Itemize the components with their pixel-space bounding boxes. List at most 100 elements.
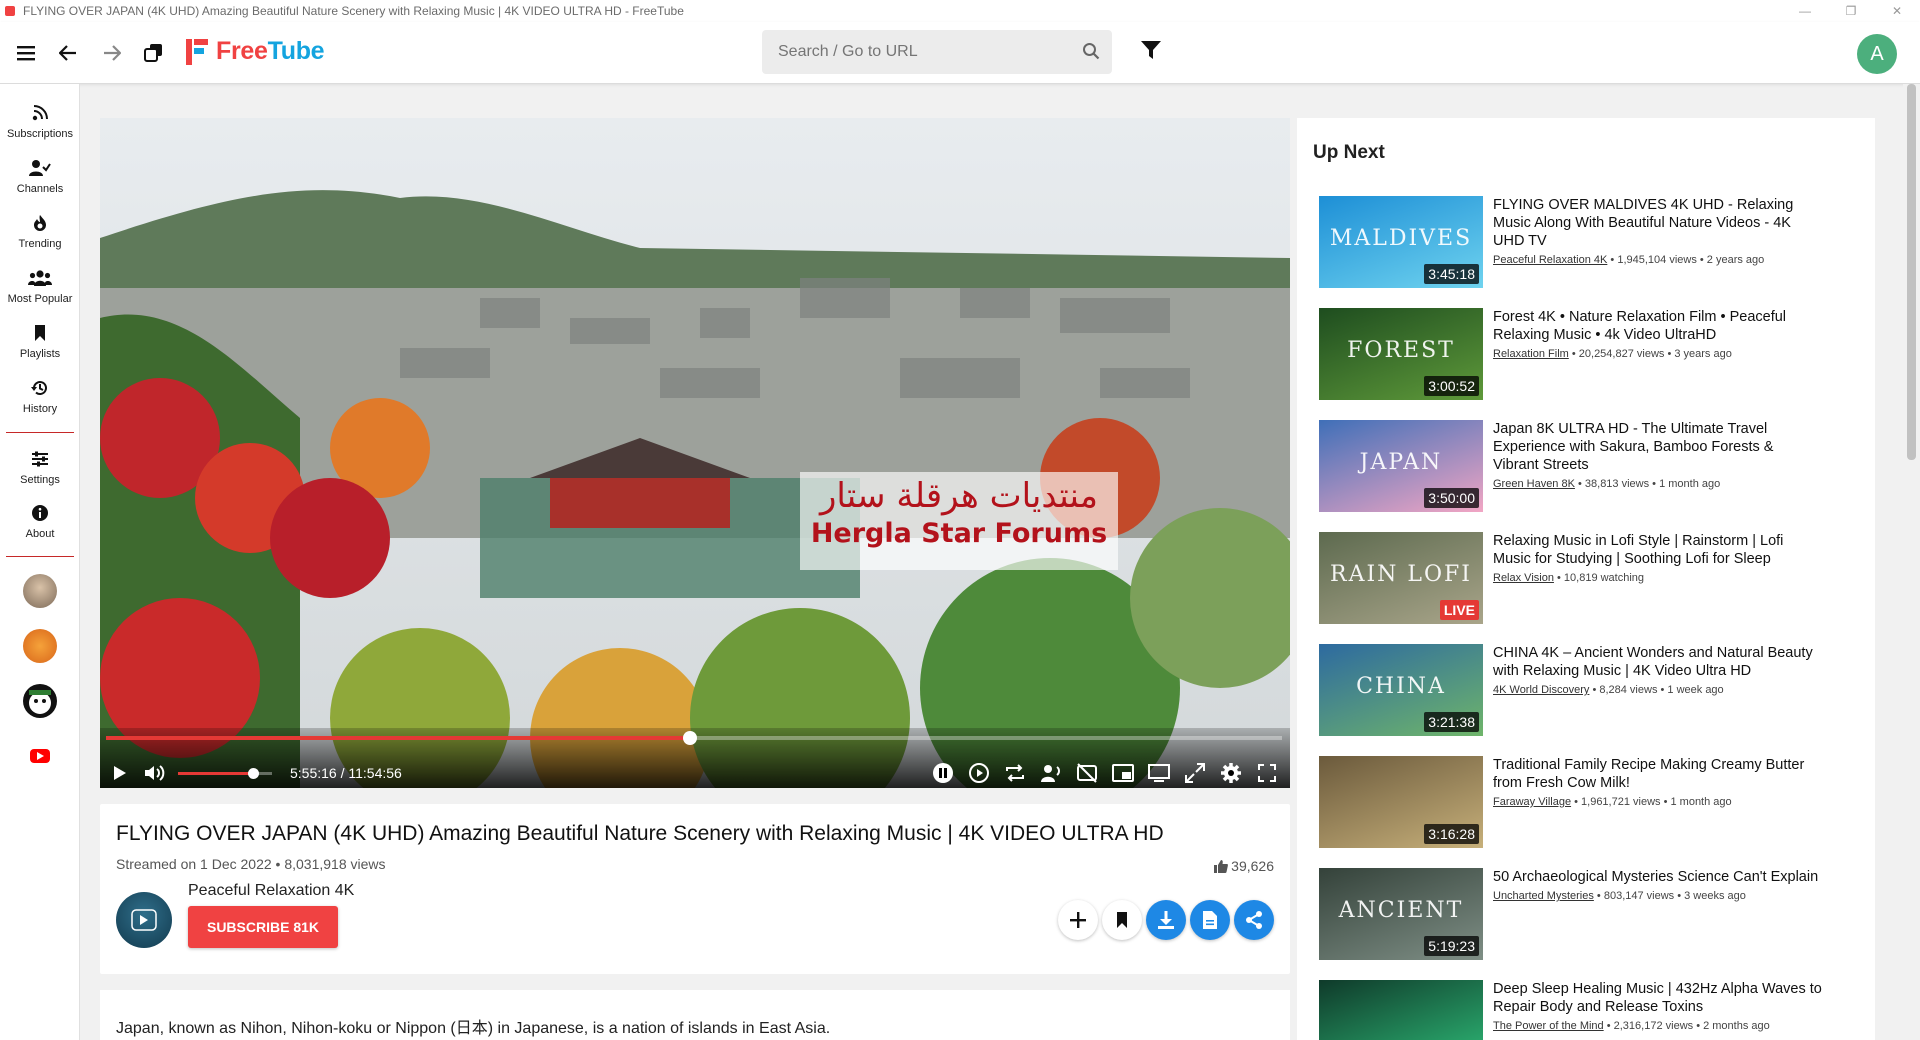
duration-badge: LIVE [1439, 600, 1479, 620]
search-icon[interactable] [1082, 42, 1100, 65]
pause-circle-icon[interactable] [930, 762, 956, 784]
sidebar-item-about[interactable]: About [0, 498, 80, 552]
side-nav: Subscriptions Channels Trending Most Pop… [0, 84, 80, 1040]
recommended-channel-link[interactable]: The Power of the Mind [1493, 1020, 1604, 1032]
recommended-video-title[interactable]: Japan 8K ULTRA HD - The Ultimate Travel … [1493, 420, 1823, 474]
video-thumbnail[interactable] [1319, 980, 1483, 1040]
expand-icon[interactable] [1182, 762, 1208, 784]
youtube-channel-avatar[interactable] [23, 739, 57, 773]
back-arrow-icon[interactable] [50, 22, 86, 84]
sidebar-item-subscriptions[interactable]: Subscriptions [0, 98, 80, 152]
recommended-video[interactable]: RAIN LOFI LIVE Relaxing Music in Lofi Styl… [1319, 532, 1869, 624]
sidebar-item-label: About [25, 528, 55, 540]
volume-slider[interactable] [178, 768, 272, 779]
close-icon[interactable]: ✕ [1874, 0, 1920, 22]
scrollbar-thumb[interactable] [1907, 84, 1916, 460]
player-controls: 5:55:16 / 11:54:56 [100, 728, 1290, 788]
seek-bar[interactable] [106, 731, 1282, 745]
recommended-video-meta: Green Haven 8K • 38,813 views • 1 month … [1493, 478, 1720, 490]
sliders-icon [31, 448, 49, 470]
recommended-channel-link[interactable]: Relaxation Film [1493, 348, 1569, 360]
share-button[interactable] [1234, 900, 1274, 940]
new-window-icon[interactable] [136, 22, 172, 84]
recommended-video[interactable]: CHINA 3:21:38 CHINA 4K – Ancient Wonders a… [1319, 644, 1869, 736]
subscription-avatar[interactable] [23, 574, 57, 608]
sidebar-divider [6, 432, 74, 433]
sidebar-item-trending[interactable]: Trending [0, 208, 80, 262]
recommended-channel-link[interactable]: Green Haven 8K [1493, 478, 1575, 490]
subscribe-button[interactable]: SUBSCRIBE 81K [188, 906, 338, 948]
recommended-video[interactable]: FOREST 3:00:52 Forest 4K • Nature Relaxati… [1319, 308, 1869, 400]
sidebar-item-most-popular[interactable]: Most Popular [0, 263, 80, 317]
download-button[interactable] [1146, 900, 1186, 940]
sidebar-item-settings[interactable]: Settings [0, 444, 80, 498]
playback-rate-icon[interactable] [966, 762, 992, 784]
recommended-video-title[interactable]: Forest 4K • Nature Relaxation Film • Pea… [1493, 308, 1823, 344]
freetube-logo[interactable]: FreeTube [186, 37, 325, 66]
video-thumbnail[interactable]: RAIN LOFI LIVE [1319, 532, 1483, 624]
recommended-video-title[interactable]: FLYING OVER MALDIVES 4K UHD - Relaxing M… [1493, 196, 1823, 250]
recommended-channel-link[interactable]: 4K World Discovery [1493, 684, 1589, 696]
volume-handle[interactable] [248, 768, 260, 779]
sidebar-item-playlists[interactable]: Playlists [0, 318, 80, 372]
recommended-video[interactable]: MALDIVES 3:45:18 FLYING OVER MALDIVES 4K U… [1319, 196, 1869, 288]
recommended-channel-link[interactable]: Uncharted Mysteries [1493, 890, 1594, 902]
recommended-video[interactable]: 3:16:28 Traditional Family Recipe Making … [1319, 756, 1869, 848]
sidebar-item-label: Trending [18, 238, 62, 250]
recommended-video-title[interactable]: Deep Sleep Healing Music | 432Hz Alpha W… [1493, 980, 1823, 1016]
recommended-video-title[interactable]: Relaxing Music in Lofi Style | Rainstorm… [1493, 532, 1823, 568]
sidebar-item-history[interactable]: History [0, 373, 80, 427]
scrollbar[interactable] [1903, 84, 1920, 1040]
watermark-english-text: Hergla Star Forums [810, 518, 1108, 549]
sidebar-item-label: Settings [20, 474, 60, 486]
recommended-video-title[interactable]: 50 Archaeological Mysteries Science Can'… [1493, 868, 1823, 886]
subscription-avatar[interactable] [23, 629, 57, 663]
video-thumbnail[interactable]: MALDIVES 3:45:18 [1319, 196, 1483, 288]
fullscreen-icon[interactable] [1254, 762, 1280, 784]
channel-name[interactable]: Peaceful Relaxation 4K [188, 882, 354, 900]
recommended-channel-link[interactable]: Peaceful Relaxation 4K [1493, 254, 1607, 266]
restore-icon[interactable]: ❐ [1828, 0, 1874, 22]
filter-icon[interactable] [1140, 40, 1162, 65]
minimize-icon[interactable]: — [1782, 0, 1828, 22]
thumbnail-text: JAPAN [1359, 450, 1443, 475]
recommended-video[interactable]: ANCIENT 5:19:23 50 Archaeological Mysterie… [1319, 868, 1869, 960]
logo-tube-text: Tube [267, 37, 325, 65]
forward-arrow-icon[interactable] [94, 22, 130, 84]
video-thumbnail[interactable]: JAPAN 3:50:00 [1319, 420, 1483, 512]
captions-off-icon[interactable] [1074, 762, 1100, 784]
video-thumbnail[interactable]: CHINA 3:21:38 [1319, 644, 1483, 736]
share-icon [1246, 911, 1262, 929]
play-icon[interactable] [108, 762, 132, 784]
video-thumbnail[interactable]: 3:16:28 [1319, 756, 1483, 848]
settings-gear-icon[interactable] [1218, 762, 1244, 784]
recommended-video[interactable]: Deep Sleep Healing Music | 432Hz Alpha W… [1319, 980, 1869, 1040]
recommended-channel-link[interactable]: Faraway Village [1493, 796, 1571, 808]
sidebar-item-label: Channels [16, 183, 64, 195]
channel-avatar[interactable] [116, 892, 172, 948]
thumbnail-text: FOREST [1347, 338, 1455, 363]
recommended-video-stats: • 803,147 views • 3 weeks ago [1593, 890, 1746, 902]
video-player[interactable]: منتديات هرقلة ستار Hergla Star Forums 5:… [100, 118, 1290, 788]
save-bookmark-button[interactable] [1102, 900, 1142, 940]
loop-icon[interactable] [1002, 762, 1028, 784]
video-thumbnail[interactable]: ANCIENT 5:19:23 [1319, 868, 1483, 960]
recommended-video-title[interactable]: CHINA 4K – Ancient Wonders and Natural B… [1493, 644, 1823, 680]
video-thumbnail[interactable]: FOREST 3:00:52 [1319, 308, 1483, 400]
subscription-avatar[interactable] [23, 684, 57, 718]
recommended-video[interactable]: JAPAN 3:50:00 Japan 8K ULTRA HD - The Ulti… [1319, 420, 1869, 512]
open-file-button[interactable] [1190, 900, 1230, 940]
audio-track-icon[interactable] [1038, 762, 1064, 784]
recommended-video-meta: Uncharted Mysteries • 803,147 views • 3 … [1493, 890, 1746, 902]
volume-icon[interactable] [142, 762, 168, 784]
seek-bar-handle[interactable] [683, 731, 698, 745]
recommended-channel-link[interactable]: Relax Vision [1493, 572, 1554, 584]
add-to-playlist-button[interactable] [1058, 900, 1098, 940]
picture-in-picture-icon[interactable] [1110, 762, 1136, 784]
sidebar-item-channels[interactable]: Channels [0, 153, 80, 207]
menu-icon[interactable] [8, 22, 44, 84]
search-input[interactable] [762, 43, 1062, 61]
recommended-video-title[interactable]: Traditional Family Recipe Making Creamy … [1493, 756, 1823, 792]
profile-avatar[interactable]: A [1857, 34, 1897, 74]
theater-mode-icon[interactable] [1146, 762, 1172, 784]
